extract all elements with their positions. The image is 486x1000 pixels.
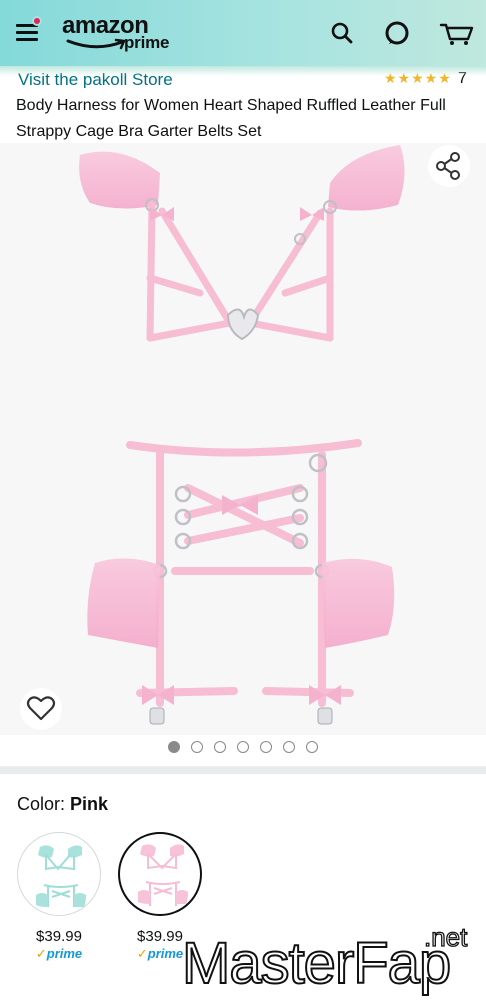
hamburger-menu-button[interactable]	[14, 16, 42, 46]
carousel-dot[interactable]	[283, 741, 295, 753]
carousel-dot[interactable]	[191, 741, 203, 753]
prime-badge: ✓prime	[17, 946, 101, 962]
logo-prime-label: prime	[124, 33, 170, 52]
carousel-dot[interactable]	[237, 741, 249, 753]
carousel-dot[interactable]	[306, 741, 318, 753]
swatch-thumbnail	[36, 845, 86, 907]
swatch-price: $39.99	[36, 928, 82, 945]
swatch-thumbnail	[138, 844, 188, 906]
color-swatch-pink[interactable]	[118, 832, 202, 916]
alexa-icon	[385, 21, 409, 45]
header-shadow	[0, 66, 486, 76]
menu-icon-line	[16, 38, 38, 41]
carousel-dot[interactable]	[168, 741, 180, 753]
search-icon	[331, 22, 353, 44]
product-image[interactable]	[0, 143, 486, 735]
watermark: MasterFap .net	[180, 921, 486, 1000]
heart-icon	[26, 696, 56, 721]
notification-dot	[32, 16, 42, 26]
section-divider	[0, 766, 486, 774]
add-to-wishlist-button[interactable]	[20, 688, 62, 730]
selected-color-value: Pink	[70, 794, 109, 814]
color-selection-label: Color: Pink	[17, 794, 108, 815]
share-icon	[436, 152, 460, 180]
prime-check-icon: ✓	[35, 946, 47, 961]
carousel-dot[interactable]	[260, 741, 272, 753]
prime-check-icon: ✓	[136, 946, 148, 961]
cart-button[interactable]	[438, 18, 476, 48]
color-swatch-blue[interactable]	[17, 832, 101, 916]
color-label: Color:	[17, 794, 66, 814]
search-button[interactable]	[327, 18, 357, 48]
watermark-text: MasterFap	[181, 930, 452, 997]
cart-icon	[439, 23, 474, 45]
image-carousel-indicators	[0, 741, 486, 757]
smile-arrow-icon	[66, 38, 126, 50]
product-title: Body Harness for Women Heart Shaped Ruff…	[16, 97, 446, 140]
menu-icon-line	[16, 31, 38, 34]
prime-label: prime	[46, 946, 83, 961]
store-rating-row: Visit the pakoll Store ★★★★★ 7	[0, 66, 486, 88]
prime-label: prime	[147, 946, 184, 961]
alexa-button[interactable]	[382, 18, 412, 48]
watermark-suffix: .net	[423, 921, 468, 952]
carousel-dot[interactable]	[214, 741, 226, 753]
share-button[interactable]	[428, 145, 470, 187]
top-nav-bar: amazon prime	[0, 0, 486, 66]
amazon-prime-logo[interactable]: amazon prime	[60, 12, 190, 56]
